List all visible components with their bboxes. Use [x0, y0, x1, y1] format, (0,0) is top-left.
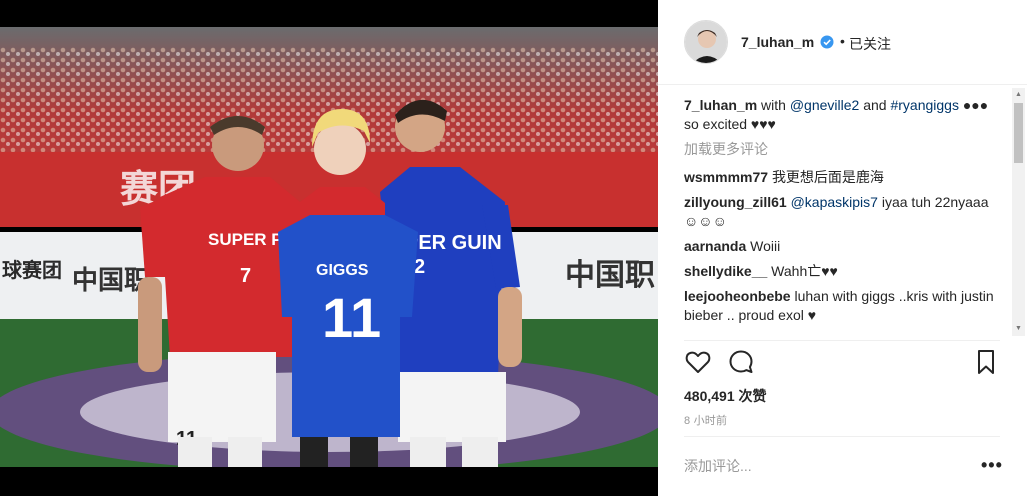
scrollbar-thumb[interactable] — [1014, 103, 1023, 163]
add-comment-input[interactable]: 添加评论... — [684, 456, 752, 476]
board-text-3: 中国职 — [565, 259, 655, 292]
avatar[interactable] — [684, 20, 728, 64]
comments-list: 7_luhan_m with @gneville2 and #ryangiggs… — [684, 96, 1004, 336]
photo-illustration: 赛团 球赛团 中国职 中国职 SUPER PENGUIN 7 11 — [0, 27, 658, 467]
comment-username[interactable]: zillyoung_zill61 — [684, 194, 787, 210]
held-shirt-name: GIGGS — [316, 262, 369, 279]
comment-text: Wahh亡♥♥ — [771, 263, 838, 279]
comment-username[interactable]: shellydike__ — [684, 263, 767, 279]
comment-text: Woiii — [750, 238, 781, 254]
follow-status-button[interactable]: 已关注 — [849, 34, 891, 54]
bookmark-icon[interactable] — [972, 348, 1000, 376]
held-shirt-number: 11 — [322, 286, 381, 349]
photo-pane: 赛团 球赛团 中国职 中国职 SUPER PENGUIN 7 11 — [0, 0, 658, 496]
header-username[interactable]: 7_luhan_m — [741, 34, 814, 50]
left-shirt-number: 7 — [240, 265, 251, 287]
comment-item: leejooheonbebe luhan with giggs ..kris w… — [684, 287, 1004, 325]
caption-username[interactable]: 7_luhan_m — [684, 97, 757, 113]
caption-mention[interactable]: @gneville2 — [790, 97, 859, 113]
comment-item: shellydike__ Wahh亡♥♥ — [684, 262, 1004, 281]
header-dot: • — [840, 33, 845, 49]
comment-mention[interactable]: @kapaskipis7 — [791, 194, 878, 210]
post-header: 7_luhan_m • 已关注 — [658, 0, 1027, 85]
avatar-image — [685, 21, 727, 63]
comment-username[interactable]: leejooheonbebe — [684, 288, 791, 304]
divider — [684, 436, 1000, 437]
comment-text: 我更想后面是鹿海 — [771, 169, 884, 185]
heart-icon[interactable] — [684, 348, 712, 376]
scroll-up-arrow-icon[interactable]: ▲ — [1012, 88, 1025, 101]
board-text-1: 球赛团 — [2, 258, 62, 282]
caption: 7_luhan_m with @gneville2 and #ryangiggs… — [684, 96, 1004, 134]
likes-count[interactable]: 480,491 次赞 — [684, 386, 767, 406]
caption-hashtag[interactable]: #ryangiggs — [890, 97, 959, 113]
divider — [684, 340, 1000, 341]
scroll-down-arrow-icon[interactable]: ▼ — [1012, 322, 1025, 335]
comment-icon[interactable] — [727, 348, 755, 376]
comment-username[interactable]: aarnanda — [684, 238, 746, 254]
comment-item: wsmmmm77 我更想后面是鹿海 — [684, 168, 1004, 187]
load-more-comments[interactable]: 加载更多评论 — [684, 140, 1004, 159]
more-options-icon[interactable]: ••• — [981, 455, 1003, 476]
verified-badge-icon — [820, 35, 834, 49]
caption-text-1: with — [761, 97, 786, 113]
post-photo[interactable]: 赛团 球赛团 中国职 中国职 SUPER PENGUIN 7 11 — [0, 27, 658, 467]
comment-item: zillyoung_zill61 @kapaskipis7 iyaa tuh 2… — [684, 193, 1004, 231]
post-timestamp: 8 小时前 — [684, 415, 728, 427]
comment-username[interactable]: wsmmmm77 — [684, 169, 768, 185]
comment-item: aarnanda Woiii — [684, 237, 1004, 256]
right-shirt-text: PER GUIN — [405, 232, 502, 254]
caption-text-2: and — [863, 97, 887, 113]
